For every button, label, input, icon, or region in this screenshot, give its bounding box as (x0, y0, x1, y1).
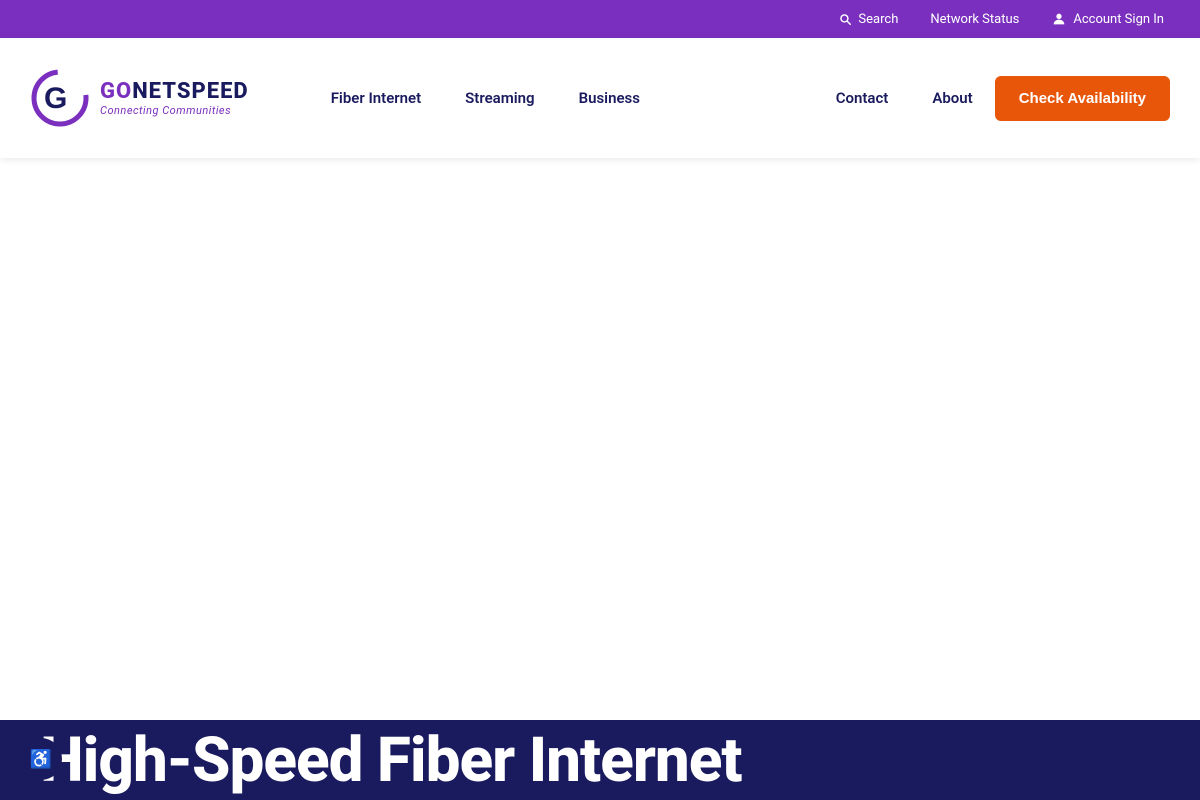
nav-about[interactable]: About (910, 38, 994, 158)
search-label: Search (858, 12, 898, 27)
nav-links: Fiber Internet Streaming Business Contac… (309, 38, 995, 158)
svg-text:G: G (44, 82, 67, 115)
logo-tagline: Connecting Communities (100, 104, 249, 117)
logo-name: GONETSPEED (100, 79, 249, 104)
accessibility-button[interactable]: ♿ (20, 738, 62, 780)
logo-go: GO (100, 79, 132, 104)
nav-business[interactable]: Business (557, 38, 662, 158)
nav-fiber-internet[interactable]: Fiber Internet (309, 38, 443, 158)
logo[interactable]: G GONETSPEED Connecting Communities (30, 68, 249, 128)
bottom-section: High-Speed Fiber Internet (0, 720, 1200, 800)
main-nav: G GONETSPEED Connecting Communities Fibe… (0, 38, 1200, 158)
check-availability-button[interactable]: Check Availability (995, 76, 1170, 121)
logo-netspeed: NETSPEED (132, 79, 249, 104)
search-icon (838, 12, 852, 26)
account-icon (1051, 11, 1067, 27)
nav-streaming[interactable]: Streaming (443, 38, 556, 158)
search-link[interactable]: Search (822, 0, 914, 38)
hero-title: High-Speed Fiber Internet (40, 724, 742, 797)
network-status-link[interactable]: Network Status (914, 0, 1035, 38)
nav-contact[interactable]: Contact (814, 38, 911, 158)
account-sign-in-link[interactable]: Account Sign In (1035, 0, 1180, 38)
accessibility-icon: ♿ (30, 749, 52, 770)
account-sign-in-label: Account Sign In (1073, 12, 1164, 27)
logo-text: GONETSPEED Connecting Communities (100, 79, 249, 117)
utility-bar: Search Network Status Account Sign In (0, 0, 1200, 38)
logo-icon: G (30, 68, 90, 128)
content-area (0, 158, 1200, 720)
network-status-label: Network Status (930, 12, 1019, 27)
